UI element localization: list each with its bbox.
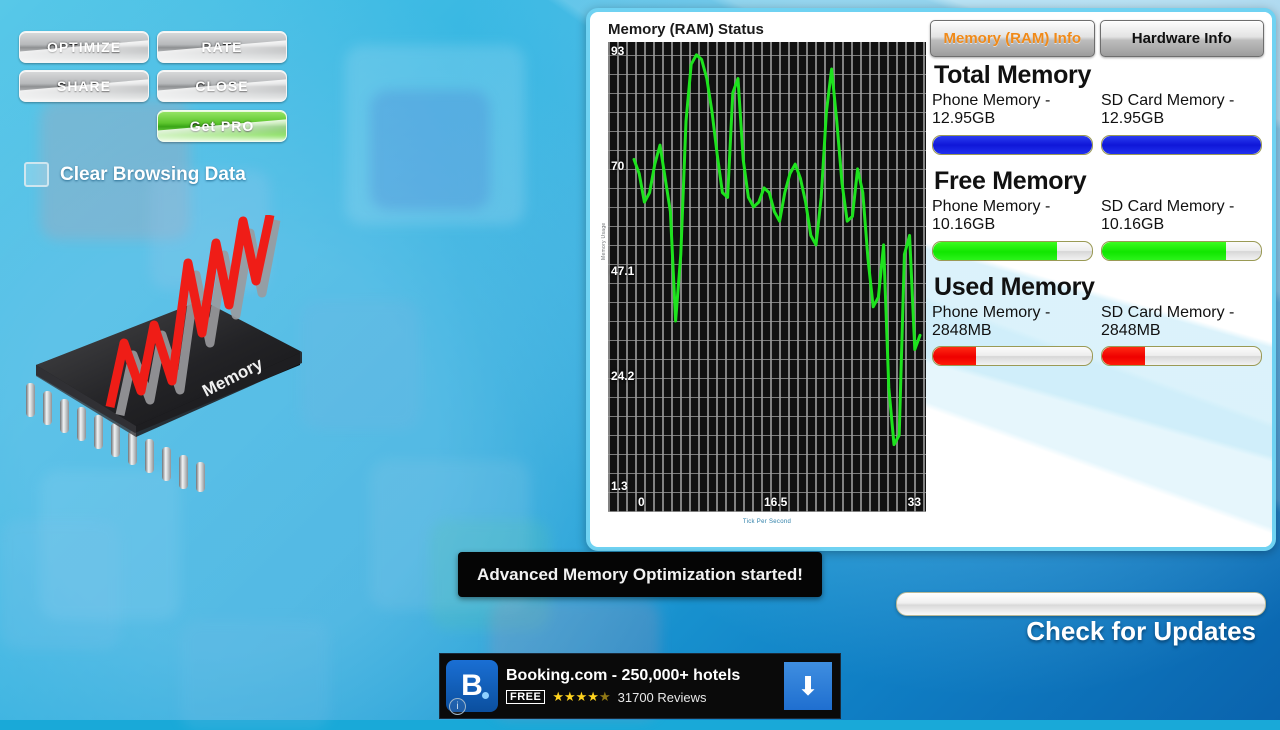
tab-hardware-info-label: Hardware Info bbox=[1131, 30, 1232, 47]
total-phone-memory-bar bbox=[932, 134, 1093, 155]
total-sd-memory-bar bbox=[1101, 134, 1262, 155]
chart-column: Memory (RAM) Status Memory Usage 93 70 4… bbox=[590, 12, 926, 547]
rate-button[interactable]: RATE bbox=[157, 31, 287, 63]
bg-square bbox=[180, 620, 330, 730]
ad-info-icon[interactable]: i bbox=[449, 698, 466, 715]
bg-square bbox=[370, 90, 490, 210]
ad-download-button[interactable]: ⬇ bbox=[784, 662, 832, 710]
used-memory-title: Used Memory bbox=[934, 272, 1095, 301]
total-sd-memory-label: SD Card Memory - 12.95GB bbox=[1101, 92, 1235, 128]
ad-reviews-count: 31700 Reviews bbox=[617, 689, 707, 705]
total-phone-memory-label: Phone Memory - 12.95GB bbox=[932, 92, 1051, 128]
download-arrow-icon: ⬇ bbox=[797, 670, 819, 701]
optimize-button[interactable]: OPTIMIZE bbox=[19, 31, 149, 63]
booking-logo-dot bbox=[482, 692, 489, 699]
free-phone-memory-bar bbox=[932, 240, 1093, 261]
free-sd-memory-label: SD Card Memory - 10.16GB bbox=[1101, 197, 1235, 234]
get-pro-button[interactable]: Get PRO bbox=[157, 110, 287, 142]
close-button-label: CLOSE bbox=[195, 78, 249, 94]
memory-usage-chart: Memory Usage 93 70 47.1 24.2 1.3 0 16.5 … bbox=[601, 42, 926, 525]
clear-browsing-data-label: Clear Browsing Data bbox=[60, 163, 246, 185]
free-phone-memory: Phone Memory - 10.16GB bbox=[932, 198, 1093, 261]
free-memory-title: Free Memory bbox=[934, 166, 1087, 195]
tab-memory-ram-info[interactable]: Memory (RAM) Info bbox=[930, 20, 1095, 57]
ad-star-rating: ★★★★★ bbox=[552, 689, 611, 704]
clear-browsing-data-row[interactable]: Clear Browsing Data bbox=[24, 162, 246, 187]
optimize-button-label: OPTIMIZE bbox=[46, 39, 122, 55]
used-memory-row: Phone Memory - 2848MB SD Card Memory - 2… bbox=[930, 304, 1264, 367]
ad-banner[interactable]: B i Booking.com - 250,000+ hotels FREE ★… bbox=[440, 654, 840, 718]
free-phone-memory-label: Phone Memory - 10.16GB bbox=[932, 197, 1051, 234]
free-sd-memory-bar bbox=[1101, 240, 1262, 261]
free-memory-row: Phone Memory - 10.16GB SD Card Memory - … bbox=[930, 198, 1264, 261]
chart-x-axis-label: Tick Per Second bbox=[742, 519, 792, 525]
used-phone-memory-bar bbox=[932, 346, 1093, 367]
used-sd-memory: SD Card Memory - 2848MB bbox=[1101, 304, 1262, 367]
ad-meta-row: FREE ★★★★★ 31700 Reviews bbox=[506, 689, 740, 705]
ad-title: Booking.com - 250,000+ hotels bbox=[506, 667, 741, 684]
used-phone-memory-label: Phone Memory - 2848MB bbox=[932, 303, 1051, 339]
used-sd-memory-bar bbox=[1101, 346, 1262, 367]
info-column: Memory (RAM) Info Hardware Info Total Me… bbox=[926, 12, 1272, 547]
ad-info-glyph: i bbox=[456, 701, 459, 712]
chart-title: Memory (RAM) Status bbox=[608, 21, 764, 38]
share-button-label: SHARE bbox=[56, 78, 111, 94]
ad-text-block: Booking.com - 250,000+ hotels FREE ★★★★★… bbox=[506, 667, 740, 705]
chart-series-line bbox=[632, 53, 922, 447]
used-phone-memory: Phone Memory - 2848MB bbox=[932, 304, 1093, 367]
total-memory-title: Total Memory bbox=[934, 61, 1092, 89]
tab-hardware-info[interactable]: Hardware Info bbox=[1099, 20, 1264, 57]
total-phone-memory: Phone Memory - 12.95GB bbox=[932, 92, 1093, 155]
tab-memory-ram-info-label: Memory (RAM) Info bbox=[943, 30, 1082, 47]
memory-chip-illustration: Memory bbox=[10, 214, 320, 505]
get-pro-button-label: Get PRO bbox=[189, 118, 255, 134]
total-memory-row: Phone Memory - 12.95GB SD Card Memory - … bbox=[930, 92, 1264, 155]
clear-browsing-data-checkbox[interactable] bbox=[24, 162, 49, 187]
chart-y-axis-label: Memory Usage bbox=[601, 222, 607, 261]
bg-square bbox=[0, 520, 120, 650]
total-sd-memory: SD Card Memory - 12.95GB bbox=[1101, 92, 1262, 155]
rate-button-label: RATE bbox=[201, 39, 243, 55]
free-sd-memory: SD Card Memory - 10.16GB bbox=[1101, 198, 1262, 261]
booking-logo-letter: B bbox=[461, 669, 483, 702]
toast-message: Advanced Memory Optimization started! bbox=[477, 564, 803, 584]
check-for-updates-bar[interactable] bbox=[896, 592, 1266, 616]
info-tabs: Memory (RAM) Info Hardware Info bbox=[930, 20, 1264, 57]
memory-status-panel: Memory (RAM) Status Memory Usage 93 70 4… bbox=[586, 8, 1276, 551]
close-button[interactable]: CLOSE bbox=[157, 70, 287, 102]
check-for-updates-label[interactable]: Check for Updates bbox=[1026, 616, 1256, 647]
used-sd-memory-label: SD Card Memory - 2848MB bbox=[1101, 303, 1235, 339]
toast-notification: Advanced Memory Optimization started! bbox=[458, 552, 822, 597]
ad-free-badge: FREE bbox=[506, 690, 546, 704]
share-button[interactable]: SHARE bbox=[19, 70, 149, 102]
